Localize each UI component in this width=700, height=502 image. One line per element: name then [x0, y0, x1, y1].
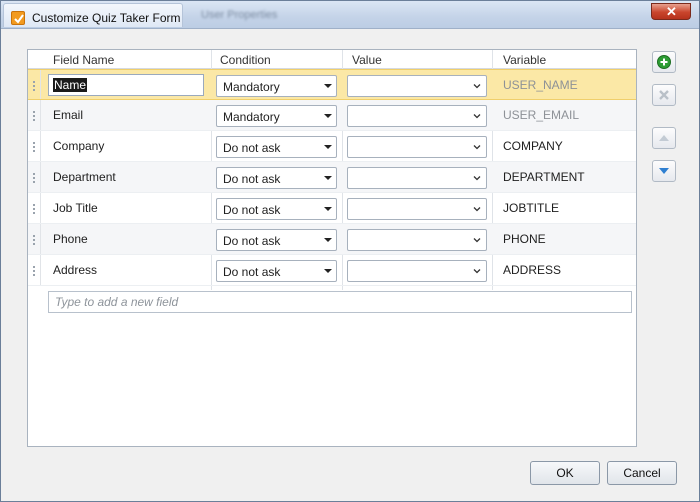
chevron-down-icon — [473, 207, 481, 212]
title-tab: Customize Quiz Taker Form — [3, 3, 183, 27]
column-header-value[interactable]: Value — [352, 53, 382, 67]
value-select[interactable] — [347, 75, 487, 97]
drag-handle-icon[interactable] — [28, 100, 41, 130]
drag-handle-icon[interactable] — [28, 162, 41, 192]
condition-select[interactable]: Do not ask — [216, 198, 337, 220]
table-row[interactable]: Department Do not ask DEPARTMENT — [28, 162, 636, 193]
chevron-down-icon — [473, 114, 481, 119]
dropdown-arrow-icon — [324, 238, 332, 242]
dropdown-arrow-icon — [324, 145, 332, 149]
drag-handle-icon[interactable] — [28, 131, 41, 161]
variable-name: COMPANY — [503, 139, 563, 153]
field-name: Department — [53, 170, 116, 184]
variable-name: USER_NAME — [503, 78, 578, 92]
condition-select[interactable]: Do not ask — [216, 136, 337, 158]
value-select[interactable] — [347, 105, 487, 127]
condition-select[interactable]: Mandatory — [216, 75, 337, 97]
new-field-input[interactable] — [49, 292, 631, 312]
ok-button[interactable]: OK — [530, 461, 600, 485]
grid-header: Field Name Condition Value Variable — [28, 50, 636, 69]
column-header-condition[interactable]: Condition — [220, 53, 271, 67]
drag-handle-icon[interactable] — [28, 255, 41, 285]
variable-name: ADDRESS — [503, 263, 562, 277]
value-select[interactable] — [347, 198, 487, 220]
value-select[interactable] — [347, 229, 487, 251]
delete-field-button[interactable] — [652, 84, 676, 106]
title-bar[interactable]: Customize Quiz Taker Form User Propertie… — [1, 1, 699, 29]
dropdown-arrow-icon — [324, 176, 332, 180]
cancel-button[interactable]: Cancel — [607, 461, 677, 485]
variable-name: JOBTITLE — [503, 201, 560, 215]
drag-handle-icon[interactable] — [28, 193, 41, 223]
new-field-box[interactable] — [48, 291, 632, 313]
condition-select[interactable]: Mandatory — [216, 105, 337, 127]
condition-select[interactable]: Do not ask — [216, 167, 337, 189]
window-title: Customize Quiz Taker Form — [32, 11, 181, 25]
field-name: Email — [53, 108, 84, 122]
variable-name: PHONE — [503, 232, 546, 246]
close-button[interactable]: ✕ — [651, 3, 691, 20]
column-header-field-name[interactable]: Field Name — [53, 53, 114, 67]
app-check-icon — [11, 11, 25, 25]
table-row[interactable]: Address Do not ask ADDRESS — [28, 255, 636, 286]
chevron-down-icon — [473, 145, 481, 150]
dropdown-arrow-icon — [324, 114, 332, 118]
dropdown-arrow-icon — [324, 207, 332, 211]
field-name: Address — [53, 263, 98, 277]
value-select[interactable] — [347, 260, 487, 282]
move-up-button[interactable] — [652, 127, 676, 149]
move-up-icon — [659, 135, 669, 141]
background-tab: User Properties — [201, 9, 278, 21]
drag-handle-icon[interactable] — [28, 70, 41, 99]
add-icon — [657, 55, 671, 69]
chevron-down-icon — [473, 269, 481, 274]
move-down-button[interactable] — [652, 160, 676, 182]
variable-name: USER_EMAIL — [503, 108, 580, 122]
value-select[interactable] — [347, 167, 487, 189]
field-name: Company — [53, 139, 105, 153]
add-field-button[interactable] — [652, 51, 676, 73]
field-name: Job Title — [53, 201, 98, 215]
dialog-window: Customize Quiz Taker Form User Propertie… — [0, 0, 700, 502]
dropdown-arrow-icon — [324, 269, 332, 273]
condition-select[interactable]: Do not ask — [216, 229, 337, 251]
column-header-variable[interactable]: Variable — [503, 53, 546, 67]
dropdown-arrow-icon — [324, 84, 332, 88]
variable-name: DEPARTMENT — [503, 170, 585, 184]
drag-handle-icon[interactable] — [28, 224, 41, 254]
chevron-down-icon — [473, 84, 481, 89]
table-row[interactable]: Company Do not ask COMPANY — [28, 131, 636, 162]
chevron-down-icon — [473, 238, 481, 243]
close-icon: ✕ — [666, 4, 677, 19]
table-row[interactable]: Name Mandatory USER_NAME — [28, 69, 636, 100]
move-down-icon — [659, 168, 669, 174]
fields-grid: Field Name Condition Value Variable Name… — [27, 49, 637, 447]
delete-icon — [659, 90, 669, 100]
field-name: Phone — [53, 232, 88, 246]
table-row[interactable]: Email Mandatory USER_EMAIL — [28, 100, 636, 131]
table-row[interactable]: Job Title Do not ask JOBTITLE — [28, 193, 636, 224]
value-select[interactable] — [347, 136, 487, 158]
field-name-input[interactable]: Name — [48, 74, 204, 96]
chevron-down-icon — [473, 176, 481, 181]
table-row[interactable]: Phone Do not ask PHONE — [28, 224, 636, 255]
condition-select[interactable]: Do not ask — [216, 260, 337, 282]
